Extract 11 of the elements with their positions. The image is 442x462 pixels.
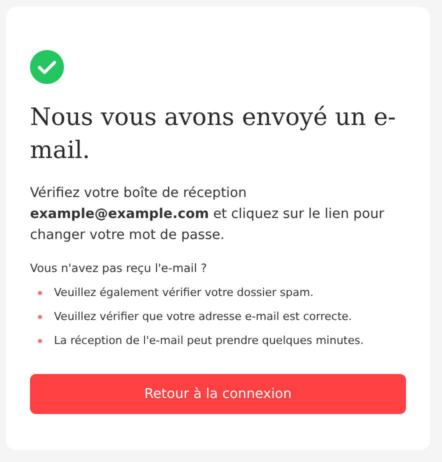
hint-title: Vous n'avez pas reçu l'e-mail ? [30,260,208,277]
tip-text: Veuillez également vérifier votre dossier spam. [54,285,314,302]
instructions-text: Vérifiez votre boîte de réception example@example.com et cliquez sur le lien pour changer votre mot de passe. [30,184,386,245]
tip-text: La réception de l'e-mail peut prendre quelques minutes. [54,333,364,350]
bullet-icon [38,338,42,343]
bullet-icon [38,314,42,319]
check-circle-icon [30,50,64,84]
tip-text: Veuillez vérifier que votre adresse e-mail est correcte. [54,309,352,326]
heading: Nous vous avons envoyé un e-mail. [30,102,397,166]
bullet-icon [38,290,42,295]
back-to-login-button[interactable]: Retour à la connexion [30,374,406,414]
